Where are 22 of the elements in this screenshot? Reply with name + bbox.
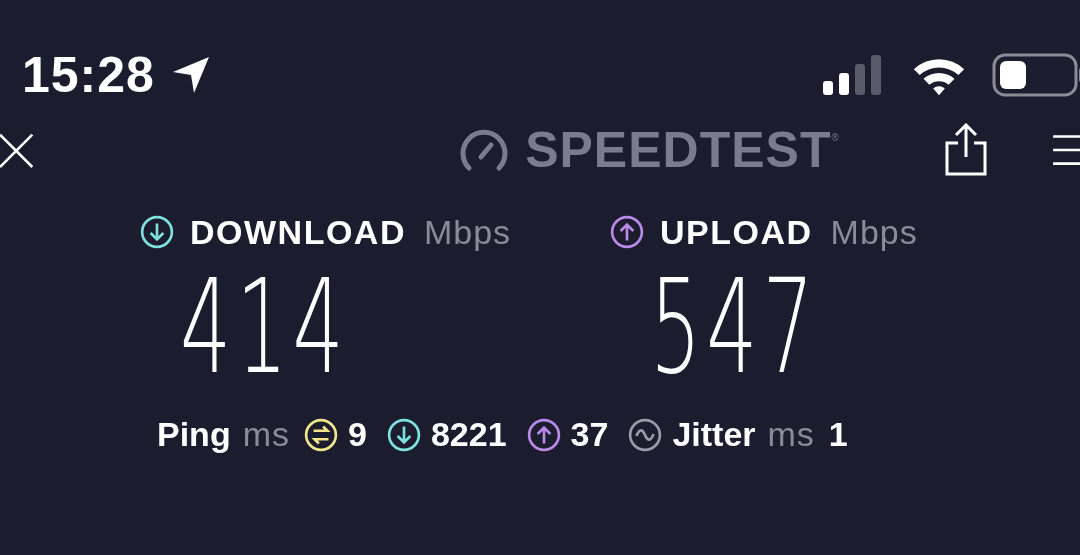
unit-label: Mbps [830, 212, 918, 252]
gauge-icon [459, 127, 510, 172]
result-label: UPLOAD [660, 212, 813, 252]
battery-icon [992, 53, 1080, 97]
download-ping-value: 8221 [430, 415, 507, 454]
unit-label: ms [767, 415, 815, 454]
app-logo: SPEEDTEST [525, 120, 832, 179]
jitter-label: Jitter [672, 415, 756, 454]
share-icon[interactable] [944, 122, 988, 177]
speed-value: 414 [180, 262, 349, 392]
result-label: DOWNLOAD [190, 212, 406, 252]
trademark-mark: ® [831, 132, 839, 143]
ping-value: 9 [348, 415, 367, 454]
ping-label: Ping [157, 415, 231, 454]
unit-label: Mbps [423, 212, 512, 252]
status-time: 15:28 [22, 46, 155, 104]
wave-icon [628, 417, 663, 452]
upload-ping-value: 37 [570, 415, 609, 454]
ping-arrows-icon [304, 417, 338, 452]
unit-label: ms [242, 415, 290, 454]
speed-value: 547 [650, 262, 819, 392]
jitter-value: 1 [828, 415, 848, 454]
